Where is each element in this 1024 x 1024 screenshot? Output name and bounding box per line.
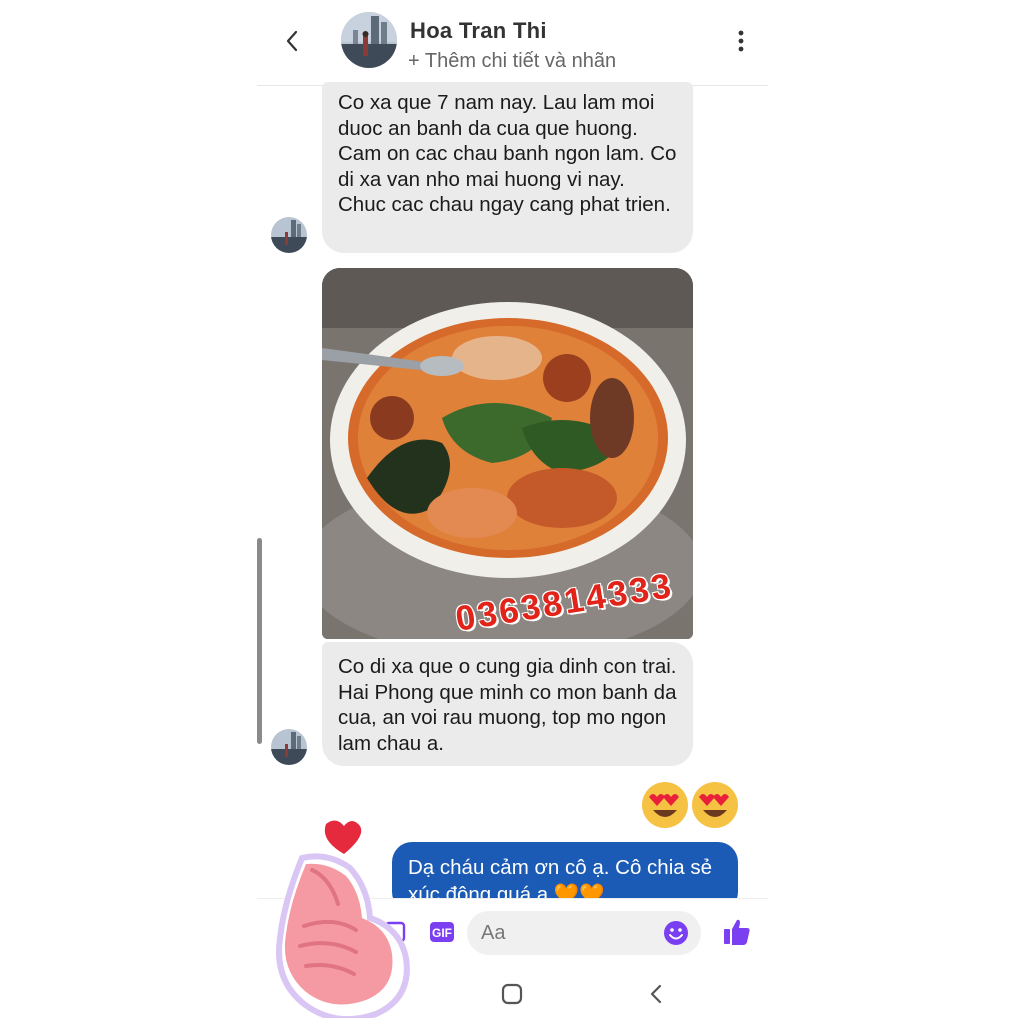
svg-text:GIF: GIF	[432, 926, 452, 940]
emoji-icon[interactable]	[663, 920, 689, 946]
thumbs-up-icon[interactable]	[722, 917, 750, 947]
incoming-message[interactable]: Co xa que 7 nam nay. Lau lam moi duoc an…	[322, 82, 693, 253]
contact-avatar[interactable]	[341, 12, 397, 68]
contact-name[interactable]: Hoa Tran Thi	[410, 18, 547, 44]
finger-heart-sticker	[272, 818, 412, 1023]
message-input[interactable]	[481, 919, 661, 947]
gif-icon[interactable]: GIF	[429, 919, 455, 945]
chat-header: Hoa Tran Thi + Thêm chi tiết và nhãn	[257, 0, 768, 86]
home-icon[interactable]	[500, 982, 524, 1006]
incoming-message[interactable]: Co di xa que o cung gia dinh con trai. H…	[322, 642, 693, 766]
back-arrow-icon[interactable]	[281, 26, 303, 56]
sender-avatar[interactable]	[271, 729, 307, 765]
scrollbar[interactable]	[257, 538, 262, 744]
message-input-wrap	[467, 911, 701, 955]
heart-eyes-emoji-message[interactable]	[641, 780, 741, 830]
more-vertical-icon[interactable]	[731, 28, 751, 54]
add-details-link[interactable]: + Thêm chi tiết và nhãn	[408, 50, 616, 73]
back-nav-icon[interactable]	[645, 982, 669, 1006]
sender-avatar[interactable]	[271, 217, 307, 253]
